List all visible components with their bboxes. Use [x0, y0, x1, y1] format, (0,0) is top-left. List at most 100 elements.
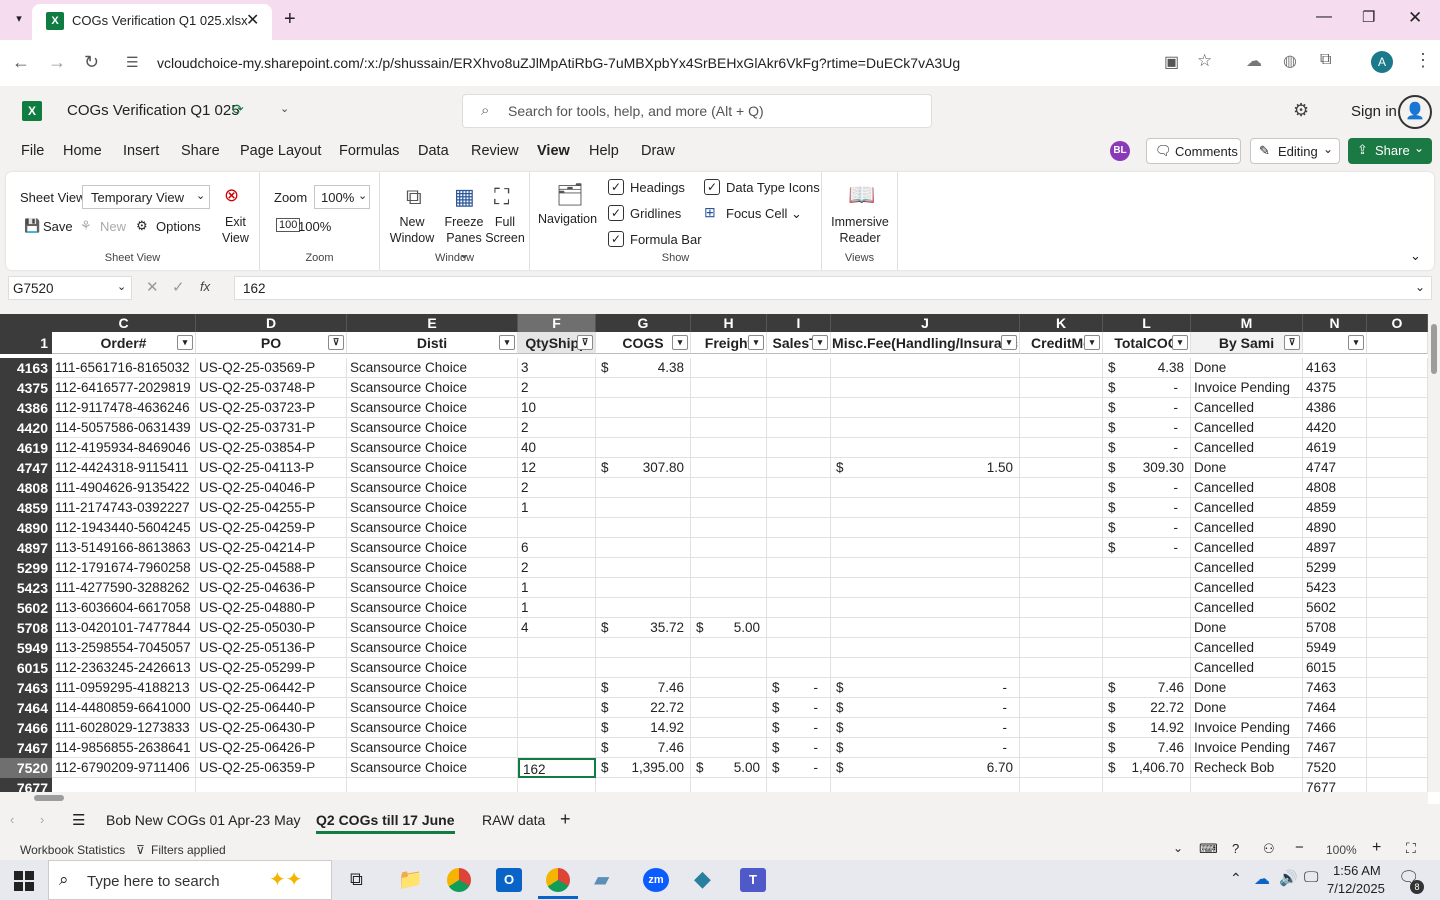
- maximize-icon[interactable]: ❐: [1362, 8, 1375, 26]
- table-header-cell[interactable]: PO ⊽: [196, 332, 347, 354]
- tray-chevron-icon[interactable]: ⌃: [1230, 870, 1242, 887]
- browser-tab[interactable]: X COGs Verification Q1 025.xlsx ✕: [32, 4, 272, 40]
- table-cell[interactable]: $4.38: [1103, 358, 1191, 378]
- row-header[interactable]: 4420: [0, 418, 52, 438]
- table-cell[interactable]: [1020, 738, 1103, 758]
- filter-dropdown-icon[interactable]: ▾: [1001, 335, 1017, 350]
- sheet-tab[interactable]: Bob New COGs 01 Apr-23 May: [106, 812, 301, 828]
- site-info-icon[interactable]: ☰: [126, 54, 139, 71]
- table-cell[interactable]: [767, 498, 831, 518]
- new-view-button[interactable]: New: [100, 219, 126, 234]
- table-cell[interactable]: US-Q2-25-03854-P: [196, 438, 347, 458]
- table-cell[interactable]: [596, 418, 691, 438]
- table-cell[interactable]: [518, 658, 596, 678]
- url-text[interactable]: vcloudchoice-my.sharepoint.com/:x:/p/shu…: [157, 55, 960, 71]
- onedrive-icon[interactable]: ☁: [1254, 869, 1270, 889]
- table-cell[interactable]: [691, 598, 767, 618]
- table-cell[interactable]: Invoice Pending: [1191, 738, 1303, 758]
- all-sheets-icon[interactable]: ☰: [72, 811, 85, 829]
- table-cell[interactable]: US-Q2-25-06430-P: [196, 718, 347, 738]
- table-cell[interactable]: [596, 538, 691, 558]
- network-icon[interactable]: 🖵: [1304, 869, 1318, 886]
- row-header[interactable]: 5949: [0, 638, 52, 658]
- table-cell[interactable]: $7.46: [1103, 678, 1191, 698]
- table-cell[interactable]: [1020, 778, 1103, 792]
- new-tab-icon[interactable]: +: [284, 8, 296, 31]
- table-cell[interactable]: 7467: [1303, 738, 1367, 758]
- row-header[interactable]: 4163: [0, 358, 52, 378]
- column-header-h[interactable]: H: [691, 314, 767, 332]
- table-cell[interactable]: 113-6036604-6617058: [52, 598, 196, 618]
- row-header[interactable]: 7464: [0, 698, 52, 718]
- table-cell[interactable]: [1367, 598, 1428, 618]
- column-header-e[interactable]: E: [347, 314, 518, 332]
- sheet-tab[interactable]: Q2 COGs till 17 June: [316, 812, 455, 834]
- table-cell[interactable]: US-Q2-25-04214-P: [196, 538, 347, 558]
- help-icon[interactable]: ?: [1232, 841, 1239, 856]
- table-cell[interactable]: 7466: [1303, 718, 1367, 738]
- table-cell[interactable]: [1367, 418, 1428, 438]
- workbook-statistics[interactable]: Workbook Statistics: [20, 843, 125, 857]
- table-cell[interactable]: [1020, 398, 1103, 418]
- table-cell[interactable]: $ -: [767, 758, 831, 778]
- table-cell[interactable]: 114-4480859-6641000: [52, 698, 196, 718]
- table-cell[interactable]: 10: [518, 398, 596, 418]
- sign-in-link[interactable]: Sign in: [1351, 103, 1397, 120]
- table-cell[interactable]: [691, 478, 767, 498]
- cancel-formula-icon[interactable]: ✕: [146, 278, 159, 296]
- table-cell[interactable]: $22.72: [1103, 698, 1191, 718]
- zoom-select[interactable]: 100% ⌄: [314, 185, 370, 209]
- table-cell[interactable]: [767, 598, 831, 618]
- table-cell[interactable]: [1020, 598, 1103, 618]
- table-cell[interactable]: [1367, 378, 1428, 398]
- table-cell[interactable]: [831, 658, 1020, 678]
- insert-function-icon[interactable]: fx: [200, 279, 210, 294]
- column-header-l[interactable]: L: [1103, 314, 1191, 332]
- volume-icon[interactable]: 🔊: [1279, 869, 1298, 887]
- table-cell[interactable]: [1020, 578, 1103, 598]
- prev-sheet-icon[interactable]: ‹: [10, 812, 14, 827]
- table-cell[interactable]: [1020, 638, 1103, 658]
- table-cell[interactable]: [596, 498, 691, 518]
- table-cell[interactable]: [1020, 658, 1103, 678]
- status-chevron-icon[interactable]: ⌄: [1173, 841, 1183, 855]
- table-cell[interactable]: [1020, 758, 1103, 778]
- table-cell[interactable]: 7463: [1303, 678, 1367, 698]
- table-cell[interactable]: [767, 358, 831, 378]
- table-cell[interactable]: 7520: [1303, 758, 1367, 778]
- row-header[interactable]: 1: [0, 332, 52, 354]
- table-cell[interactable]: Recheck Bob: [1191, 758, 1303, 778]
- full-screen-button[interactable]: Full Screen: [484, 214, 526, 246]
- file-explorer-icon[interactable]: 📁: [398, 867, 423, 892]
- table-cell[interactable]: [1020, 458, 1103, 478]
- table-cell[interactable]: 111-6561716-8165032: [52, 358, 196, 378]
- row-header[interactable]: 7466: [0, 718, 52, 738]
- table-cell[interactable]: $35.72: [596, 618, 691, 638]
- table-cell[interactable]: $6.70: [831, 758, 1020, 778]
- table-cell[interactable]: [1020, 678, 1103, 698]
- keyboard-icon[interactable]: ⌨: [1199, 841, 1218, 857]
- table-cell[interactable]: [596, 378, 691, 398]
- table-header-cell[interactable]: SalesTa ▾: [767, 332, 831, 354]
- table-cell[interactable]: 5602: [1303, 598, 1367, 618]
- table-header-cell[interactable]: TotalCOG ▾: [1103, 332, 1191, 354]
- table-cell[interactable]: [691, 518, 767, 538]
- filter-dropdown-icon[interactable]: ▾: [1084, 335, 1100, 350]
- clock-date[interactable]: 7/12/2025: [1327, 881, 1385, 896]
- table-cell[interactable]: [767, 558, 831, 578]
- table-cell[interactable]: [52, 778, 196, 792]
- table-cell[interactable]: [767, 398, 831, 418]
- table-cell[interactable]: [691, 458, 767, 478]
- table-cell[interactable]: [1367, 558, 1428, 578]
- row-header[interactable]: 4890: [0, 518, 52, 538]
- sheet-tab[interactable]: RAW data: [482, 812, 545, 828]
- row-header[interactable]: 4808: [0, 478, 52, 498]
- table-cell[interactable]: [691, 778, 767, 792]
- table-cell[interactable]: [831, 398, 1020, 418]
- table-cell[interactable]: [347, 778, 518, 792]
- filter-dropdown-icon[interactable]: ▾: [499, 335, 515, 350]
- filter-dropdown-icon[interactable]: ⊽: [577, 335, 593, 350]
- table-cell[interactable]: US-Q2-25-05299-P: [196, 658, 347, 678]
- exit-view-button[interactable]: Exit View: [222, 214, 249, 246]
- row-header[interactable]: 7467: [0, 738, 52, 758]
